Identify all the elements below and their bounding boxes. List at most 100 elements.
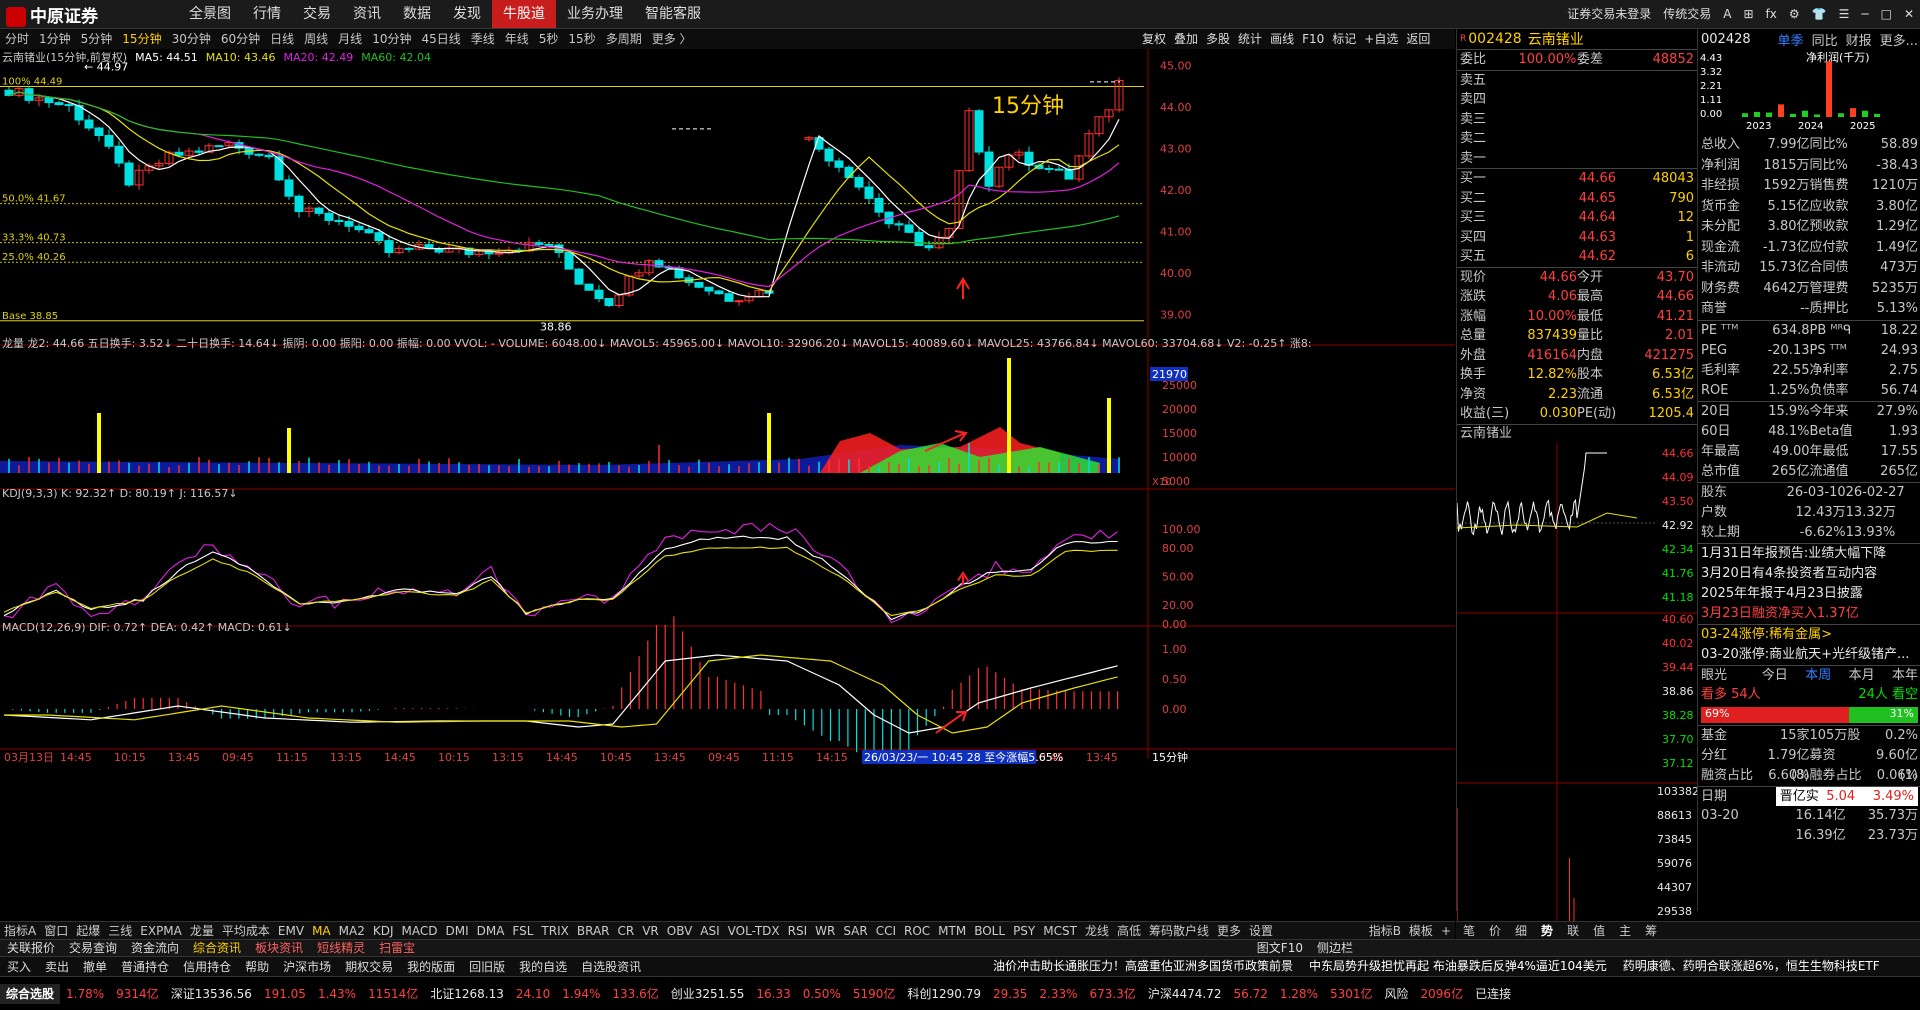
top-control-3[interactable]: ⊞ <box>1743 0 1753 28</box>
period-13[interactable]: 5秒 <box>534 29 564 49</box>
buy-row[interactable]: 买二 44.65 790 <box>1457 189 1697 209</box>
func-right-0[interactable]: 图文F10 <box>1250 940 1310 957</box>
nav-item-6[interactable]: 牛股道 <box>492 0 556 28</box>
period-8[interactable]: 月线 <box>333 29 367 49</box>
indicator-tab-12[interactable]: DMI <box>441 922 472 940</box>
fin-tab-0[interactable]: 单季 <box>1778 30 1804 49</box>
indicator-tab-10[interactable]: KDJ <box>369 922 398 940</box>
trade-8[interactable]: 我的版面 <box>400 957 462 977</box>
period-2[interactable]: 5分钟 <box>76 29 118 49</box>
func-6[interactable]: 扫雷宝 <box>372 940 422 957</box>
right-tab-6[interactable]: 主 <box>1612 922 1638 940</box>
indicator-tab-1[interactable]: 窗口 <box>40 922 72 940</box>
nav-item-7[interactable]: 业务办理 <box>556 0 634 28</box>
buy-row[interactable]: 买五 44.62 6 <box>1457 247 1697 267</box>
period-9[interactable]: 10分钟 <box>367 29 416 49</box>
func-4[interactable]: 板块资讯 <box>248 940 310 957</box>
trade-9[interactable]: 回旧版 <box>462 957 512 977</box>
indicator-tab-17[interactable]: CR <box>614 922 639 940</box>
top-control-4[interactable]: fx <box>1766 0 1777 28</box>
sell-row[interactable]: 卖一 <box>1457 149 1697 169</box>
fin-tab-3[interactable]: 更多... <box>1880 30 1918 49</box>
popup-stock[interactable]: 晋亿实业 5.04 3.49% <box>1775 786 1918 823</box>
eye-tab-0[interactable]: 今日 <box>1744 666 1788 686</box>
indicator-tab-32[interactable]: 高低 <box>1113 922 1145 940</box>
indicator-tab-6[interactable]: 平均成本 <box>218 922 274 940</box>
right-tab-2[interactable]: 细 <box>1508 922 1534 940</box>
top-control-6[interactable]: 👕 <box>1812 0 1827 28</box>
top-control-9[interactable]: □ <box>1881 0 1892 28</box>
top-control-2[interactable]: A <box>1723 0 1731 28</box>
func-1[interactable]: 交易查询 <box>62 940 124 957</box>
indicator-tab-35[interactable]: 设置 <box>1245 922 1277 940</box>
indicator-tab-0[interactable]: 指标A <box>0 922 40 940</box>
func-5[interactable]: 短线精灵 <box>310 940 372 957</box>
nav-item-8[interactable]: 智能客服 <box>634 0 712 28</box>
indicator-tab-5[interactable]: 龙量 <box>186 922 218 940</box>
sell-row[interactable]: 卖四 <box>1457 90 1697 110</box>
func-right-1[interactable]: 侧边栏 <box>1310 940 1360 957</box>
period-1[interactable]: 1分钟 <box>34 29 76 49</box>
ticker-item[interactable]: 药明康德、药明合联涨超6%，恒生生物科技ETF <box>1615 956 1888 976</box>
nav-item-5[interactable]: 发现 <box>442 0 492 28</box>
right-tab-0[interactable]: 笔 <box>1456 922 1482 940</box>
period-16[interactable]: 更多 〉 <box>647 29 697 49</box>
top-control-7[interactable]: ☰ <box>1839 0 1850 28</box>
limit-up-item[interactable]: 03-20涨停:商业航天+光纤级锗产... <box>1698 645 1920 665</box>
period-3[interactable]: 15分钟 <box>117 29 166 49</box>
func-0[interactable]: 关联报价 <box>0 940 62 957</box>
indicator-tab-8[interactable]: MA <box>308 922 335 940</box>
news-item[interactable]: 3月20日有4条投资者互动内容 <box>1698 564 1920 584</box>
indicator-tab-19[interactable]: OBV <box>663 922 697 940</box>
period-12[interactable]: 年线 <box>500 29 534 49</box>
kline-chart-area[interactable]: 45.00 44.00 43.00 42.00 41.00 40.00 39.00 100% … <box>0 49 1455 921</box>
tool-3[interactable]: 统计 <box>1234 29 1266 49</box>
eye-tab-1[interactable]: 本周 <box>1788 666 1831 686</box>
indicator-tab-31[interactable]: 龙线 <box>1081 922 1113 940</box>
tool-4[interactable]: 画线 <box>1266 29 1298 49</box>
indicator-tab-24[interactable]: SAR <box>839 922 871 940</box>
indicator-tab-11[interactable]: MACD <box>397 922 441 940</box>
eye-tab-3[interactable]: 本年 <box>1875 666 1918 686</box>
indicator-tab-15[interactable]: TRIX <box>537 922 572 940</box>
indicator-tab-30[interactable]: MCST <box>1039 922 1081 940</box>
tool-7[interactable]: +自选 <box>1360 29 1402 49</box>
indicator-tab-14[interactable]: FSL <box>508 922 537 940</box>
buy-row[interactable]: 买一 44.66 48043 <box>1457 169 1697 189</box>
buy-row[interactable]: 买三 44.64 12 <box>1457 208 1697 228</box>
tool-2[interactable]: 多股 <box>1202 29 1234 49</box>
nav-item-0[interactable]: 全景图 <box>178 0 242 28</box>
trade-5[interactable]: 帮助 <box>238 957 276 977</box>
indicator-tab-7[interactable]: EMV <box>274 922 308 940</box>
fin-tab-1[interactable]: 同比 <box>1812 30 1838 49</box>
sell-row[interactable]: 卖二 <box>1457 129 1697 149</box>
top-control-1[interactable]: 传统交易 <box>1663 0 1711 28</box>
buy-row[interactable]: 买四 44.63 1 <box>1457 228 1697 248</box>
right-tab-4[interactable]: 联 <box>1560 922 1586 940</box>
period-7[interactable]: 周线 <box>299 29 333 49</box>
intraday-mini-chart[interactable]: 44.66 44.09 43.50 42.92 42.34 41.76 41.18 40.60… <box>1456 442 1699 963</box>
indicator-tab-16[interactable]: BRAR <box>573 922 614 940</box>
indicator-tab-29[interactable]: PSY <box>1009 922 1039 940</box>
news-item[interactable]: 2025年年报于4月23日披露 <box>1698 584 1920 604</box>
nav-item-3[interactable]: 资讯 <box>342 0 392 28</box>
trade-7[interactable]: 期权交易 <box>338 957 400 977</box>
indicator-tab-26[interactable]: ROC <box>900 922 934 940</box>
sell-row[interactable]: 卖三 <box>1457 110 1697 130</box>
right-tab-1[interactable]: 价 <box>1482 922 1508 940</box>
indicator-tab-3[interactable]: 三线 <box>104 922 136 940</box>
top-control-8[interactable]: ─ <box>1861 0 1868 28</box>
nav-item-1[interactable]: 行情 <box>242 0 292 28</box>
top-control-10[interactable]: ✕ <box>1904 0 1914 28</box>
indicator-tab-9[interactable]: MA2 <box>335 922 369 940</box>
right-tab-5[interactable]: 值 <box>1586 922 1612 940</box>
indicator-tab-23[interactable]: WR <box>811 922 839 940</box>
indicator-tab-25[interactable]: CCI <box>872 922 900 940</box>
indicator-tab-34[interactable]: 更多 <box>1213 922 1245 940</box>
ticker-item[interactable]: 中东局势升级担忧再起 布油暴跌后反弹4%逼近104美元 <box>1301 956 1615 976</box>
fin-tab-2[interactable]: 财报 <box>1846 30 1872 49</box>
tool-0[interactable]: 复权 <box>1138 29 1170 49</box>
news-item[interactable]: 3月23日融资净买入1.37亿 <box>1698 604 1920 624</box>
indicator-tab-22[interactable]: RSI <box>784 922 812 940</box>
indicator-tab-20[interactable]: ASI <box>696 922 723 940</box>
